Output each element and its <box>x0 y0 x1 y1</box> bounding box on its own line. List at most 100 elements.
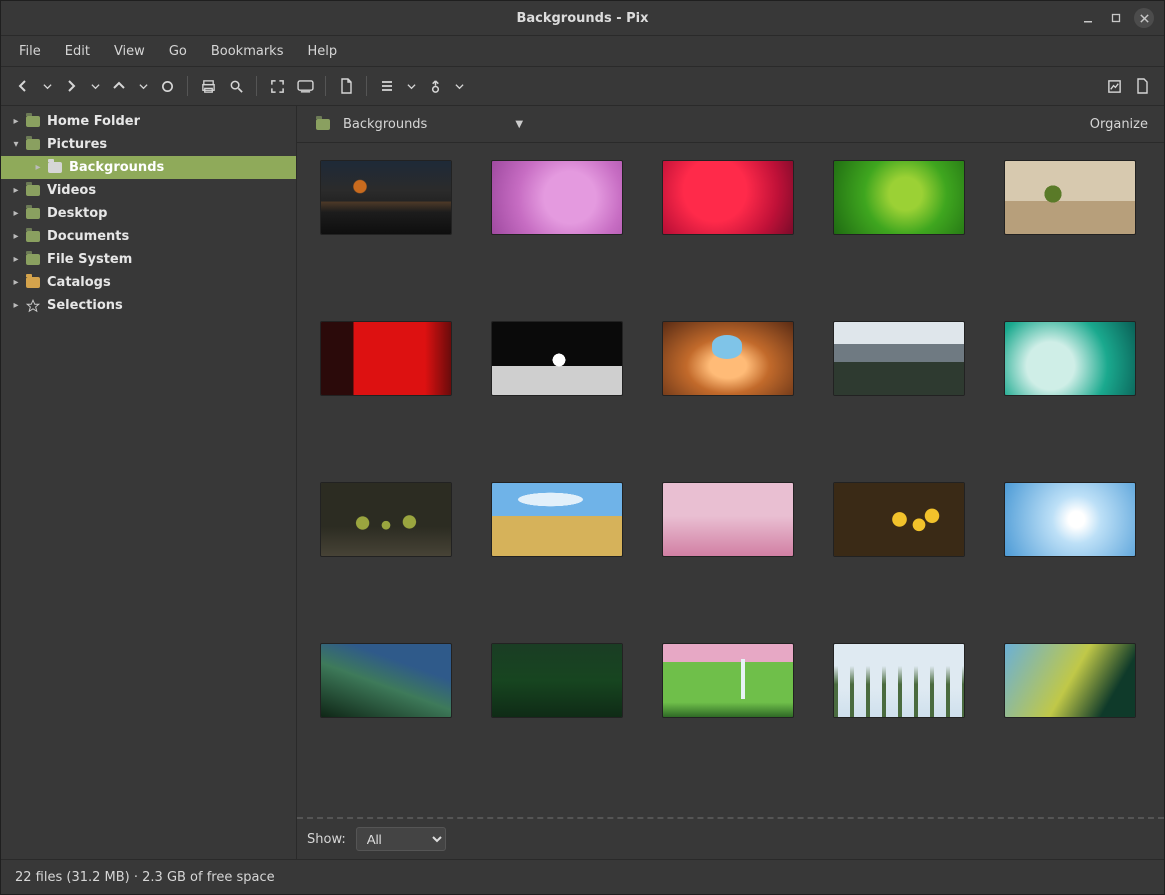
tree-item-selections[interactable]: ▸ Selections <box>1 294 296 317</box>
tree-item-label: Pictures <box>47 137 107 152</box>
edit-file-button[interactable] <box>332 72 360 100</box>
chevron-right-icon[interactable]: ▸ <box>7 300 25 311</box>
menubar: File Edit View Go Bookmarks Help <box>1 36 1164 67</box>
thumbnail[interactable] <box>998 644 1143 717</box>
thumbnail-image-misty-hills <box>321 644 451 717</box>
location-current[interactable]: Backgrounds <box>307 112 435 136</box>
chevron-right-icon[interactable]: ▸ <box>7 277 25 288</box>
tools-button[interactable] <box>421 72 449 100</box>
chevron-right-icon[interactable]: ▸ <box>7 254 25 265</box>
tree-item-desktop[interactable]: ▸ Desktop <box>1 202 296 225</box>
thumbnail-image-sun-glare <box>1005 483 1135 556</box>
print-button[interactable] <box>194 72 222 100</box>
folder-icon <box>315 116 331 132</box>
properties-button[interactable] <box>1100 72 1128 100</box>
forward-button[interactable] <box>57 72 85 100</box>
thumbnail-image-edelweiss <box>492 322 622 395</box>
maximize-button[interactable] <box>1106 8 1126 28</box>
chevron-right-icon[interactable]: ▸ <box>7 231 25 242</box>
thumbnail[interactable] <box>313 644 458 717</box>
thumbnail-image-sunset-park <box>321 161 451 234</box>
toolbar-separator <box>366 76 367 96</box>
thumbnail[interactable] <box>313 161 458 234</box>
thumbnail[interactable] <box>827 483 972 556</box>
forward-history-dropdown[interactable] <box>85 72 105 100</box>
organize-button[interactable]: Organize <box>1084 113 1154 136</box>
chevron-right-icon[interactable]: ▸ <box>7 116 25 127</box>
tree-item-label: File System <box>47 252 132 267</box>
chevron-right-icon[interactable]: ▸ <box>7 185 25 196</box>
tree-item-label: Documents <box>47 229 129 244</box>
thumbnail[interactable] <box>827 161 972 234</box>
window-controls <box>1078 8 1164 28</box>
close-button[interactable] <box>1134 8 1154 28</box>
up-button[interactable] <box>105 72 133 100</box>
main-pane: Backgrounds ▼ Organize Show: All <box>297 106 1164 859</box>
thumbnail-image-antelope-canyon <box>663 322 793 395</box>
tree-item-label: Desktop <box>47 206 107 221</box>
view-mode-button[interactable] <box>373 72 401 100</box>
minimize-button[interactable] <box>1078 8 1098 28</box>
show-filter-select[interactable]: All <box>356 827 446 851</box>
menu-help[interactable]: Help <box>297 40 347 63</box>
thumbnail-image-lilac-flowers <box>492 161 622 234</box>
tree-item-label: Selections <box>47 298 123 313</box>
folder-icon <box>25 229 41 245</box>
status-bar: 22 files (31.2 MB) · 2.3 GB of free spac… <box>1 859 1164 894</box>
menu-go[interactable]: Go <box>159 40 197 63</box>
thumbnail[interactable] <box>313 483 458 556</box>
menu-file[interactable]: File <box>9 40 51 63</box>
thumbnail[interactable] <box>484 644 629 717</box>
tree-item-documents[interactable]: ▸ Documents <box>1 225 296 248</box>
chevron-down-icon[interactable]: ▾ <box>7 139 25 150</box>
thumbnail[interactable] <box>484 322 629 395</box>
tree-item-label: Catalogs <box>47 275 111 290</box>
tree-item-home-folder[interactable]: ▸Home Folder <box>1 110 296 133</box>
thumbnail-image-red-maple <box>663 161 793 234</box>
thumbnail-image-moss-rocks <box>321 483 451 556</box>
location-dropdown[interactable]: ▼ <box>515 119 523 130</box>
back-history-dropdown[interactable] <box>37 72 57 100</box>
tree-item-pictures[interactable]: ▾ Pictures <box>1 133 296 156</box>
thumbnail[interactable] <box>998 161 1143 234</box>
chevron-right-icon[interactable]: ▸ <box>29 162 47 173</box>
tools-dropdown[interactable] <box>449 72 469 100</box>
chevron-right-icon[interactable]: ▸ <box>7 208 25 219</box>
thumbnail-image-pine-forest <box>492 644 622 717</box>
slideshow-button[interactable] <box>291 72 319 100</box>
thumbnail[interactable] <box>827 322 972 395</box>
thumbnail[interactable] <box>655 644 800 717</box>
thumbnail[interactable] <box>313 322 458 395</box>
back-button[interactable] <box>9 72 37 100</box>
fullscreen-button[interactable] <box>263 72 291 100</box>
folder-icon <box>25 206 41 222</box>
menu-edit[interactable]: Edit <box>55 40 100 63</box>
tree-item-videos[interactable]: ▸Videos <box>1 179 296 202</box>
stop-reload-button[interactable] <box>153 72 181 100</box>
thumbnail-image-wheat-field <box>492 483 622 556</box>
view-mode-dropdown[interactable] <box>401 72 421 100</box>
thumbnail[interactable] <box>484 161 629 234</box>
location-bar: Backgrounds ▼ Organize <box>297 106 1164 143</box>
filter-bar: Show: All <box>297 819 1164 859</box>
up-dropdown[interactable] <box>133 72 153 100</box>
tree-item-file-system[interactable]: ▸ File System <box>1 248 296 271</box>
thumbnail[interactable] <box>998 322 1143 395</box>
thumbnail[interactable] <box>827 644 972 717</box>
thumbnail[interactable] <box>484 483 629 556</box>
thumbnail-image-ocean-wave <box>1005 322 1135 395</box>
thumbnail[interactable] <box>655 483 800 556</box>
search-button[interactable] <box>222 72 250 100</box>
menu-bookmarks[interactable]: Bookmarks <box>201 40 294 63</box>
edit-image-button[interactable] <box>1128 72 1156 100</box>
thumbnail[interactable] <box>655 322 800 395</box>
tree-item-backgrounds[interactable]: ▸Backgrounds <box>1 156 296 179</box>
thumbnail-image-yellow-flowers <box>834 483 964 556</box>
thumbnail-gallery[interactable] <box>297 143 1164 819</box>
thumbnail[interactable] <box>998 483 1143 556</box>
thumbnail-image-red-petal <box>321 322 451 395</box>
sidebar[interactable]: ▸Home Folder ▾ Pictures ▸Backgrounds▸Videos… <box>1 106 297 859</box>
menu-view[interactable]: View <box>104 40 155 63</box>
tree-item-catalogs[interactable]: ▸ Catalogs <box>1 271 296 294</box>
thumbnail[interactable] <box>655 161 800 234</box>
